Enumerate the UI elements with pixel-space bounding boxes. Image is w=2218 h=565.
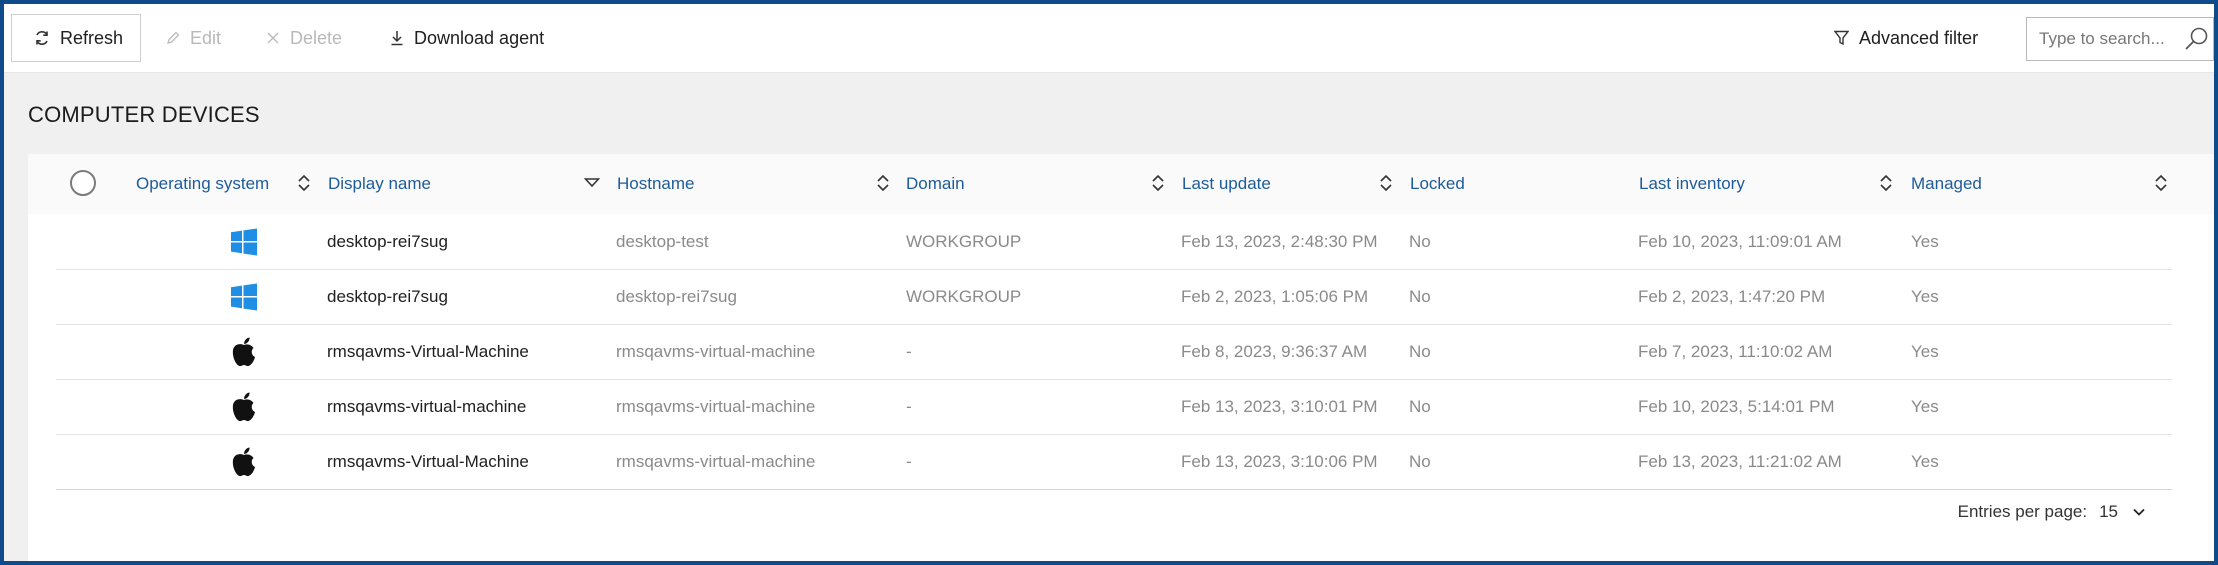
display-name-cell: rmsqavms-virtual-machine: [327, 397, 527, 416]
download-agent-label: Download agent: [414, 27, 545, 48]
search-box: [2026, 17, 2214, 61]
select-all-checkbox[interactable]: [70, 170, 96, 196]
managed-cell: Yes: [1911, 452, 1939, 471]
windows-icon: [229, 270, 259, 324]
apple-icon: [229, 325, 259, 379]
locked-cell: No: [1409, 452, 1431, 471]
locked-cell: No: [1409, 232, 1431, 251]
domain-cell: -: [906, 452, 912, 471]
column-header-operating-system[interactable]: Operating system: [136, 154, 269, 214]
sort-icon[interactable]: [1879, 174, 1893, 197]
hostname-cell: desktop-test: [616, 232, 709, 251]
last-inventory-cell: Feb 7, 2023, 11:10:02 AM: [1638, 342, 1833, 361]
last-update-cell: Feb 13, 2023, 3:10:01 PM: [1181, 397, 1378, 416]
download-icon: [390, 30, 404, 46]
locked-cell: No: [1409, 397, 1431, 416]
display-name-cell: desktop-rei7sug: [327, 287, 448, 306]
sort-descending-icon[interactable]: [583, 174, 601, 197]
advanced-filter-label: Advanced filter: [1859, 27, 1979, 48]
display-name-cell: desktop-rei7sug: [327, 232, 448, 251]
column-header-domain[interactable]: Domain: [906, 154, 965, 214]
managed-cell: Yes: [1911, 397, 1939, 416]
entries-per-page-label: Entries per page:: [1957, 502, 2088, 521]
filter-icon: [1834, 30, 1849, 46]
last-inventory-cell: Feb 2, 2023, 1:47:20 PM: [1638, 287, 1826, 306]
table-row[interactable]: desktop-rei7sug desktop-rei7sug WORKGROU…: [56, 270, 2172, 325]
locked-cell: No: [1409, 287, 1431, 306]
entries-per-page-select[interactable]: 15: [2099, 502, 2146, 522]
locked-cell: No: [1409, 342, 1431, 361]
delete-button[interactable]: Delete: [266, 14, 342, 62]
refresh-icon: [34, 30, 50, 46]
hostname-cell: desktop-rei7sug: [616, 287, 737, 306]
column-header-display-name[interactable]: Display name: [328, 154, 431, 214]
delete-label: Delete: [290, 27, 343, 48]
domain-cell: WORKGROUP: [906, 287, 1022, 306]
app-frame: Refresh Edit Delete Download agent Advan…: [0, 0, 2218, 565]
last-update-cell: Feb 8, 2023, 9:36:37 AM: [1181, 342, 1368, 361]
domain-cell: WORKGROUP: [906, 232, 1022, 251]
search-icon[interactable]: [2183, 26, 2209, 57]
column-header-hostname[interactable]: Hostname: [617, 154, 694, 214]
pagination-footer: Entries per page: 15: [1958, 502, 2146, 522]
table-row[interactable]: rmsqavms-Virtual-Machine rmsqavms-virtua…: [56, 325, 2172, 380]
entries-per-page-value: 15: [2099, 502, 2118, 521]
managed-cell: Yes: [1911, 287, 1939, 306]
table-row[interactable]: rmsqavms-virtual-machine rmsqavms-virtua…: [56, 380, 2172, 435]
close-icon: [266, 31, 280, 45]
download-agent-button[interactable]: Download agent: [390, 14, 544, 62]
last-inventory-cell: Feb 13, 2023, 11:21:02 AM: [1638, 452, 1842, 471]
windows-icon: [229, 215, 259, 269]
domain-cell: -: [906, 397, 912, 416]
display-name-cell: rmsqavms-Virtual-Machine: [327, 342, 529, 361]
sort-icon[interactable]: [2154, 174, 2168, 197]
table-header: Operating system Display name Hostname D…: [28, 154, 2214, 214]
edit-label: Edit: [190, 27, 222, 48]
table-row[interactable]: rmsqavms-Virtual-Machine rmsqavms-virtua…: [56, 435, 2172, 490]
column-header-last-update[interactable]: Last update: [1182, 154, 1271, 214]
advanced-filter-button[interactable]: Advanced filter: [1834, 14, 1978, 62]
hostname-cell: rmsqavms-virtual-machine: [616, 452, 816, 471]
column-header-last-inventory[interactable]: Last inventory: [1639, 154, 1745, 214]
column-header-locked[interactable]: Locked: [1410, 154, 1465, 214]
last-update-cell: Feb 13, 2023, 3:10:06 PM: [1181, 452, 1378, 471]
domain-cell: -: [906, 342, 912, 361]
devices-table: Operating system Display name Hostname D…: [28, 154, 2214, 561]
last-update-cell: Feb 13, 2023, 2:48:30 PM: [1181, 232, 1378, 251]
refresh-label: Refresh: [60, 27, 124, 48]
last-inventory-cell: Feb 10, 2023, 11:09:01 AM: [1638, 232, 1842, 251]
display-name-cell: rmsqavms-Virtual-Machine: [327, 452, 529, 471]
apple-icon: [229, 380, 259, 434]
hostname-cell: rmsqavms-virtual-machine: [616, 397, 816, 416]
managed-cell: Yes: [1911, 342, 1939, 361]
table-row[interactable]: desktop-rei7sug desktop-test WORKGROUP F…: [56, 215, 2172, 270]
toolbar: Refresh Edit Delete Download agent Advan…: [4, 4, 2214, 73]
sort-icon[interactable]: [1151, 174, 1165, 197]
page-title: COMPUTER DEVICES: [28, 102, 260, 127]
apple-icon: [229, 435, 259, 489]
chevron-down-icon: [2132, 502, 2146, 522]
edit-button[interactable]: Edit: [166, 14, 221, 62]
hostname-cell: rmsqavms-virtual-machine: [616, 342, 816, 361]
table-body: desktop-rei7sug desktop-test WORKGROUP F…: [56, 215, 2172, 490]
sort-icon[interactable]: [1379, 174, 1393, 197]
sort-icon[interactable]: [297, 174, 311, 197]
search-input[interactable]: [2037, 28, 2181, 50]
column-header-managed[interactable]: Managed: [1911, 154, 1982, 214]
sort-icon[interactable]: [876, 174, 890, 197]
last-inventory-cell: Feb 10, 2023, 5:14:01 PM: [1638, 397, 1835, 416]
managed-cell: Yes: [1911, 232, 1939, 251]
pencil-icon: [166, 31, 180, 45]
refresh-button[interactable]: Refresh: [11, 14, 141, 62]
last-update-cell: Feb 2, 2023, 1:05:06 PM: [1181, 287, 1369, 306]
